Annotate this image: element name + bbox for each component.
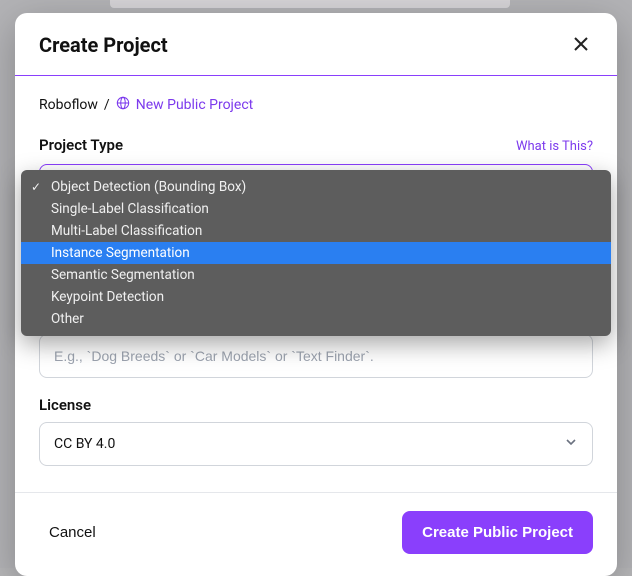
license-select[interactable]: CC BY 4.0 — [39, 422, 593, 466]
project-type-option-label: Multi-Label Classification — [51, 223, 202, 239]
breadcrumb-current-link[interactable]: New Public Project — [116, 96, 254, 114]
license-value: CC BY 4.0 — [54, 436, 115, 452]
check-icon: ✓ — [31, 176, 41, 198]
project-type-label-row: Project Type What is This? — [39, 136, 593, 154]
project-type-option[interactable]: Single-Label Classification — [21, 198, 611, 220]
globe-icon — [116, 96, 130, 114]
breadcrumb-separator: / — [104, 97, 110, 113]
create-project-button[interactable]: Create Public Project — [402, 511, 593, 554]
breadcrumb-current-text: New Public Project — [136, 97, 254, 113]
create-project-modal: Create Project Roboflow / — [15, 13, 617, 576]
project-type-option-label: Semantic Segmentation — [51, 267, 195, 283]
project-name-group — [39, 334, 593, 378]
close-icon — [574, 35, 588, 56]
project-type-option[interactable]: Multi-Label Classification — [21, 220, 611, 242]
project-type-dropdown[interactable]: ✓ Object Detection (Bounding Box) Single-L… — [21, 170, 611, 336]
project-type-option[interactable]: Other — [21, 308, 611, 330]
project-type-label: Project Type — [39, 136, 123, 154]
project-type-option[interactable]: Instance Segmentation — [21, 242, 611, 264]
background-decor — [110, 0, 510, 8]
project-type-option-label: Object Detection (Bounding Box) — [51, 179, 246, 195]
cancel-button[interactable]: Cancel — [39, 516, 106, 549]
project-type-option[interactable]: ✓ Object Detection (Bounding Box) — [21, 176, 611, 198]
modal-header: Create Project — [15, 13, 617, 75]
project-type-option-label: Single-Label Classification — [51, 201, 209, 217]
close-button[interactable] — [569, 33, 593, 57]
breadcrumb-root: Roboflow — [39, 97, 98, 113]
license-label: License — [39, 396, 593, 414]
modal-footer: Cancel Create Public Project — [15, 492, 617, 576]
project-type-option[interactable]: Keypoint Detection — [21, 286, 611, 308]
modal-title: Create Project — [39, 33, 168, 57]
project-type-option-label: Keypoint Detection — [51, 289, 164, 305]
project-type-option-label: Other — [51, 311, 84, 327]
license-group: License CC BY 4.0 — [39, 396, 593, 466]
project-type-help-link[interactable]: What is This? — [516, 139, 593, 154]
project-name-input[interactable] — [39, 334, 593, 378]
breadcrumb: Roboflow / New Public Project — [39, 96, 593, 114]
project-type-option[interactable]: Semantic Segmentation — [21, 264, 611, 286]
chevron-down-icon — [564, 435, 578, 453]
project-type-option-label: Instance Segmentation — [51, 245, 190, 261]
